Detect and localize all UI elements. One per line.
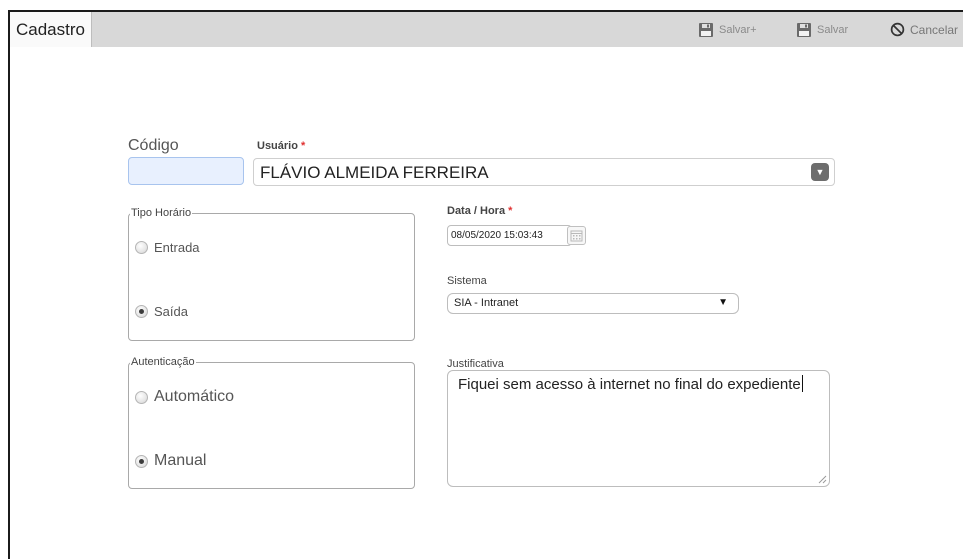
- justificativa-textarea[interactable]: Fiquei sem acesso à internet no final do…: [447, 370, 830, 487]
- data-hora-label-text: Data / Hora: [447, 205, 506, 217]
- radio-saida-label: Saída: [154, 304, 188, 319]
- codigo-label: Código: [128, 137, 179, 154]
- tab-cadastro-label: Cadastro: [16, 20, 85, 39]
- usuario-value: FLÁVIO ALMEIDA FERREIRA: [260, 163, 489, 182]
- radio-button-icon[interactable]: [135, 390, 148, 404]
- usuario-label-text: Usuário: [257, 140, 298, 152]
- data-hora-input[interactable]: 08/05/2020 15:03:43: [447, 225, 572, 246]
- sistema-select[interactable]: SIA - Intranet ▼: [447, 293, 739, 314]
- radio-button-checked-icon[interactable]: [135, 305, 148, 318]
- usuario-select[interactable]: FLÁVIO ALMEIDA FERREIRA ▼: [253, 158, 835, 186]
- justificativa-value: Fiquei sem acesso à internet no final do…: [458, 376, 801, 393]
- radio-button-checked-icon[interactable]: [135, 454, 148, 468]
- text-caret: [801, 375, 803, 392]
- data-hora-label: Data / Hora *: [447, 205, 512, 217]
- tab-cadastro[interactable]: Cadastro: [10, 12, 92, 47]
- resize-grip-icon[interactable]: [818, 475, 827, 484]
- radio-button-icon[interactable]: [135, 241, 148, 254]
- toolbar: Cadastro Salvar+ Salvar Cancelar: [10, 12, 963, 47]
- radio-manual[interactable]: Manual: [135, 452, 206, 470]
- floppy-disk-icon: [699, 22, 713, 37]
- dropdown-arrow-icon: ▼: [718, 297, 728, 308]
- radio-saida[interactable]: Saída: [135, 304, 188, 319]
- circle-slash-icon: [890, 22, 905, 37]
- save-button[interactable]: Salvar: [796, 12, 848, 47]
- save-plus-label: Salvar+: [719, 23, 757, 36]
- cancel-label: Cancelar: [910, 22, 959, 37]
- radio-entrada-label: Entrada: [154, 240, 200, 255]
- codigo-input[interactable]: [128, 157, 244, 185]
- save-plus-button[interactable]: Salvar+: [698, 12, 757, 47]
- chevron-down-icon[interactable]: ▼: [811, 163, 829, 181]
- radio-manual-label: Manual: [154, 452, 207, 469]
- required-mark: *: [508, 205, 513, 217]
- radio-automatico-label: Automático: [154, 388, 235, 405]
- calendar-icon[interactable]: [567, 226, 586, 245]
- radio-entrada[interactable]: Entrada: [135, 240, 200, 255]
- justificativa-label: Justificativa: [447, 358, 504, 370]
- tipo-horario-group: Tipo Horário: [128, 207, 415, 341]
- sistema-label: Sistema: [447, 275, 487, 287]
- sistema-value: SIA - Intranet: [454, 297, 519, 309]
- save-label: Salvar: [817, 23, 849, 36]
- required-mark: *: [301, 140, 306, 152]
- tipo-horario-legend: Tipo Horário: [131, 207, 192, 219]
- app-window: Cadastro Salvar+ Salvar Cancelar Código …: [8, 10, 963, 559]
- usuario-label: Usuário *: [257, 140, 305, 152]
- radio-automatico[interactable]: Automático: [135, 388, 234, 406]
- autenticacao-legend: Autenticação: [131, 356, 195, 368]
- cancel-button[interactable]: Cancelar: [890, 12, 958, 47]
- floppy-disk-icon: [797, 22, 811, 37]
